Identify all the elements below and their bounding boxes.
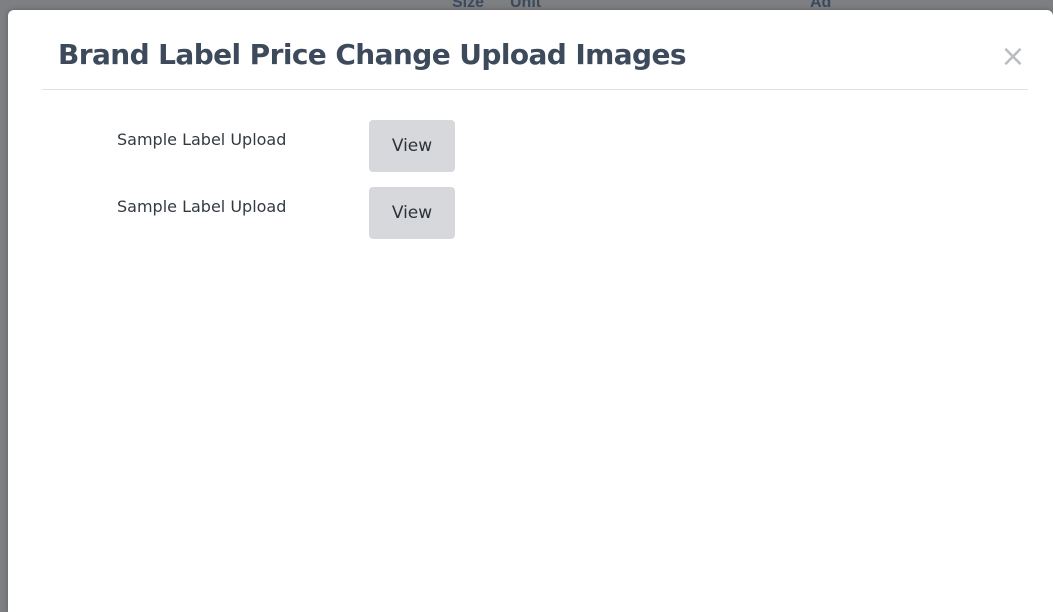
- background-table-header: Size Unit Ad: [0, 0, 1053, 11]
- upload-row: Sample Label Upload View: [8, 157, 1053, 239]
- upload-images-modal: Brand Label Price Change Upload Images ×…: [8, 10, 1053, 612]
- upload-label: Sample Label Upload: [117, 130, 287, 149]
- modal-title: Brand Label Price Change Upload Images: [58, 38, 687, 71]
- upload-row: Sample Label Upload View: [8, 90, 1053, 172]
- upload-label: Sample Label Upload: [117, 197, 287, 216]
- close-icon[interactable]: ×: [998, 42, 1028, 72]
- view-button[interactable]: View: [369, 187, 455, 239]
- modal-header: Brand Label Price Change Upload Images ×: [42, 10, 1028, 90]
